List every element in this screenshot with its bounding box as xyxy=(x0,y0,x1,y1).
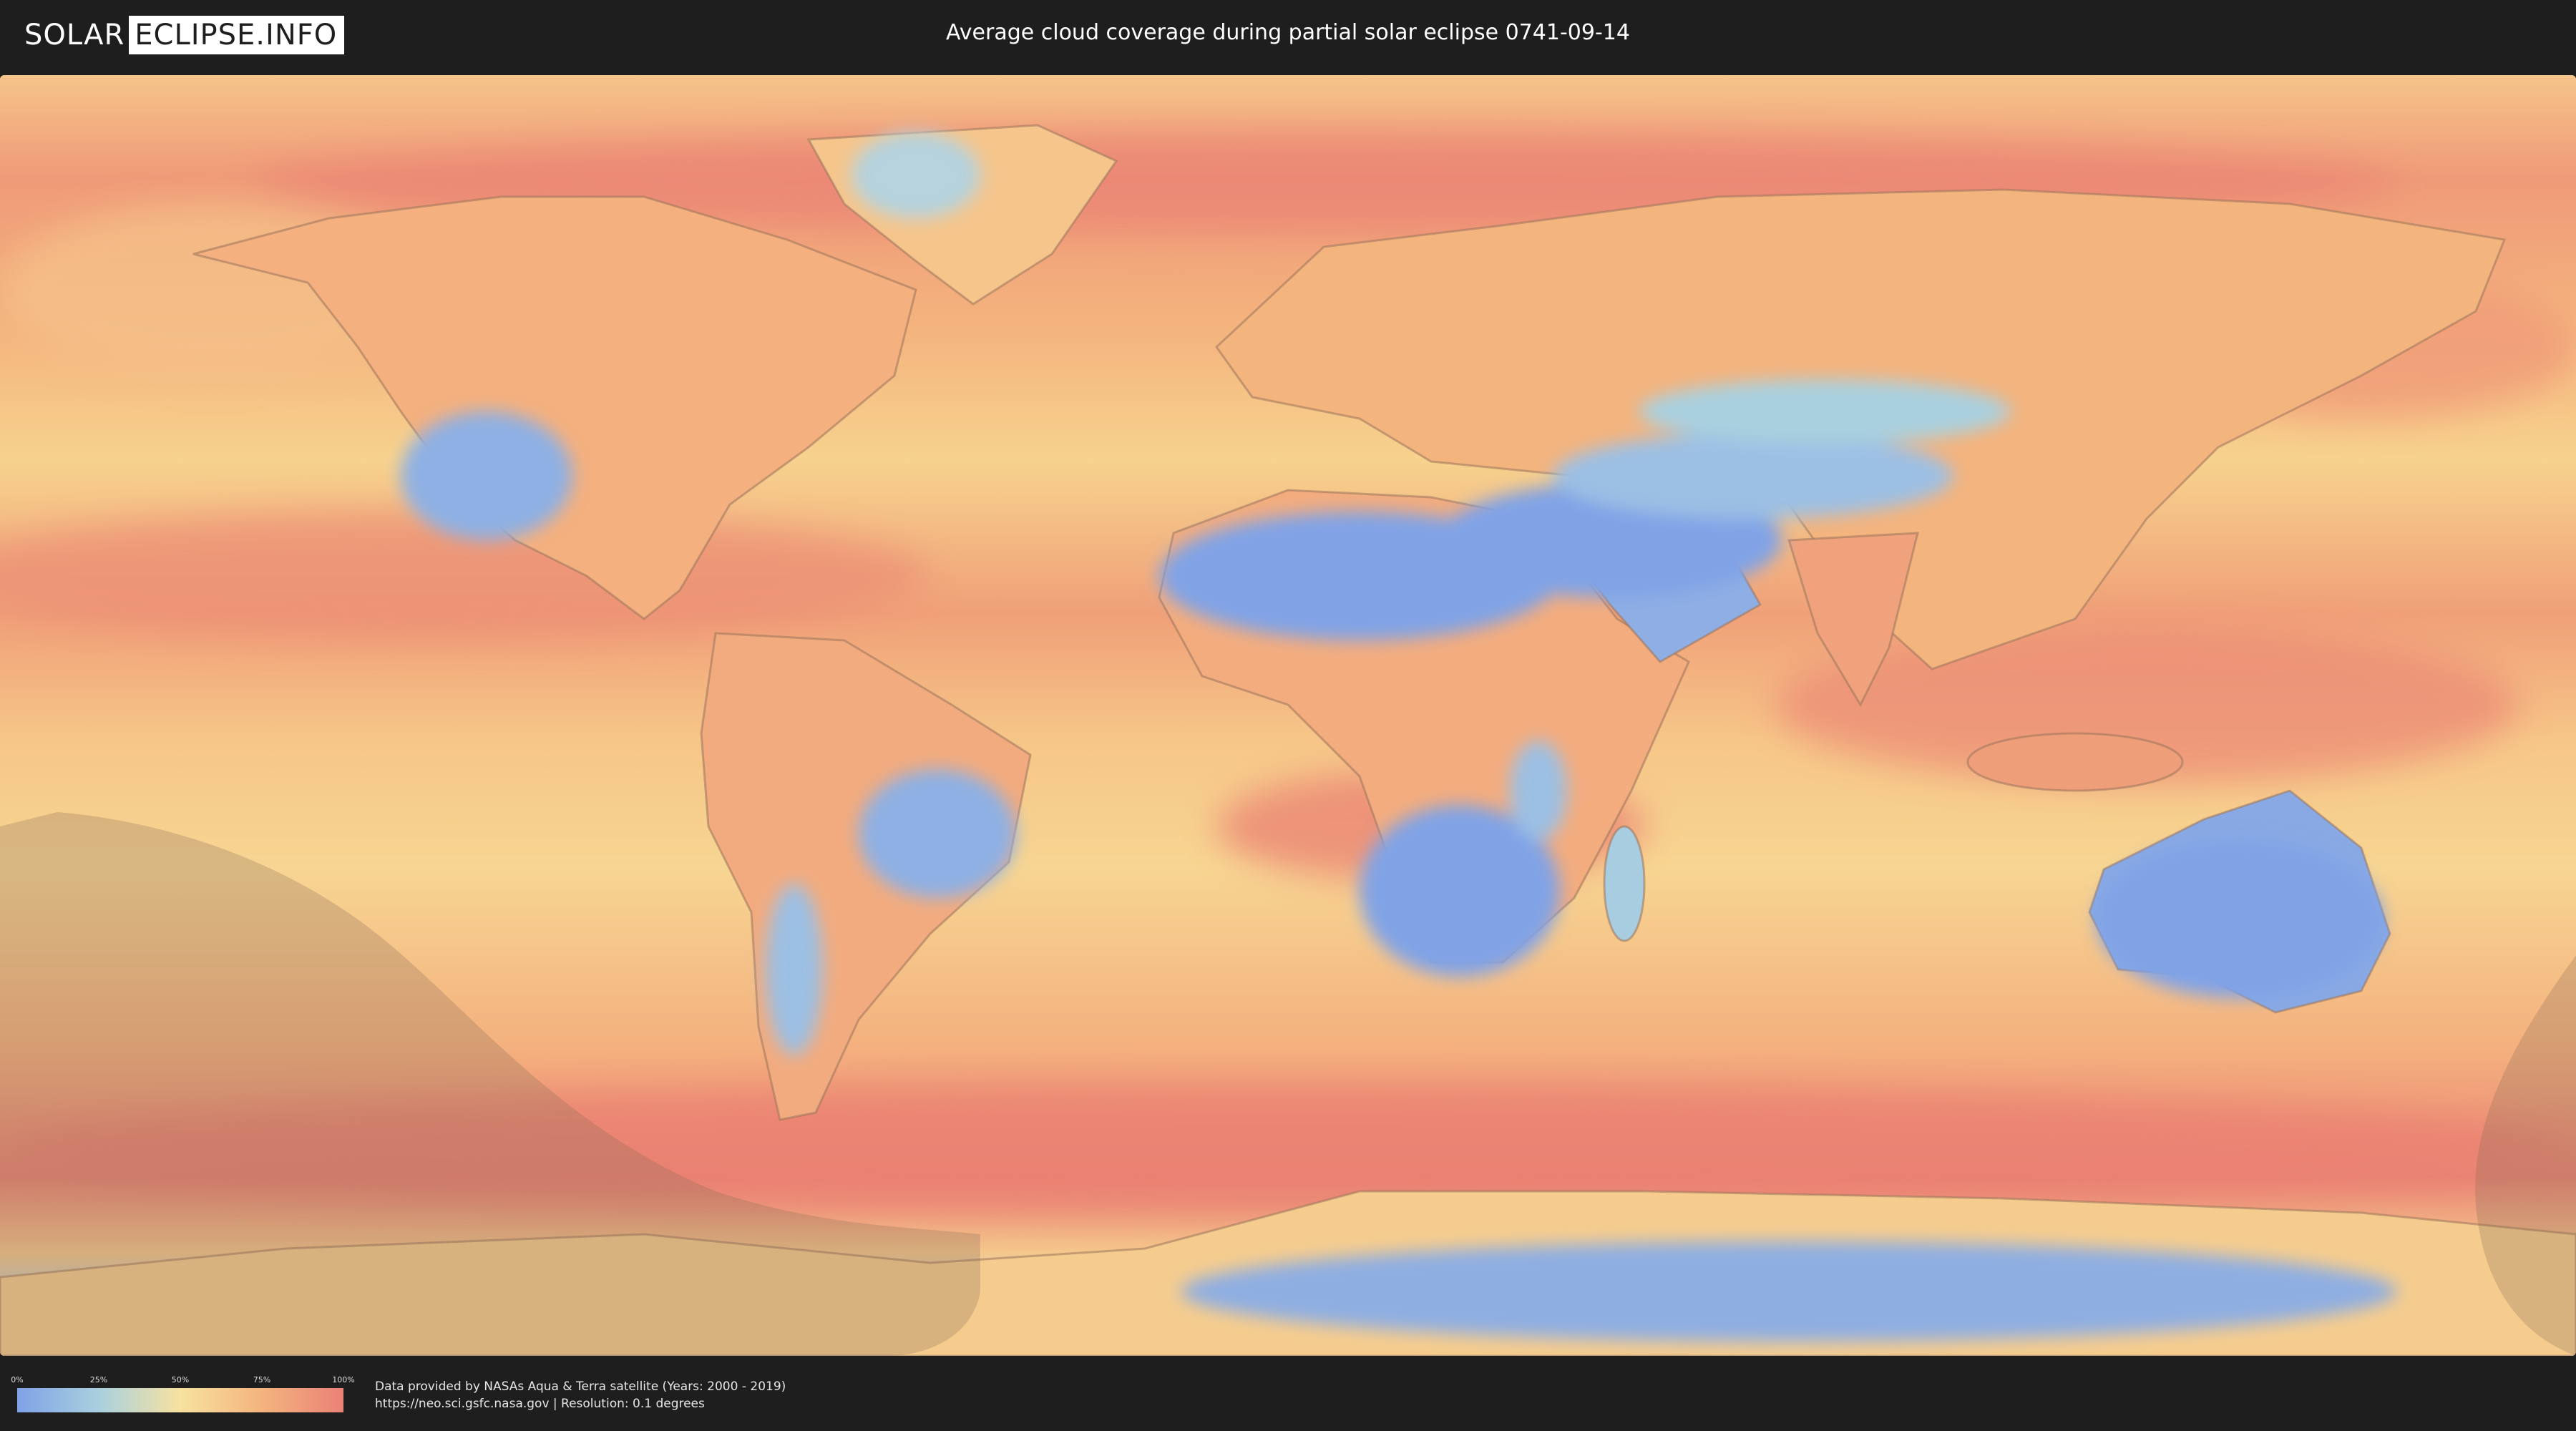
data-credits: Data provided by NASAs Aqua & Terra sate… xyxy=(375,1378,786,1412)
world-map-svg xyxy=(0,75,2576,1356)
region-indonesia xyxy=(1966,732,2184,792)
credit-line-source: Data provided by NASAs Aqua & Terra sate… xyxy=(375,1379,786,1394)
island-madagascar xyxy=(1603,825,1646,942)
legend-tick-50: 50% xyxy=(171,1375,190,1384)
legend-tick-75: 75% xyxy=(253,1375,271,1384)
legend-tick-25: 25% xyxy=(89,1375,108,1384)
cloud-coverage-map[interactable] xyxy=(0,75,2576,1356)
header-bar: SOLAR ECLIPSE.INFO Average cloud coverag… xyxy=(0,0,2576,72)
credit-line-url: https://neo.sci.gsfc.nasa.gov | Resoluti… xyxy=(375,1397,705,1411)
legend-tick-labels: 0% 25% 50% 75% 100% xyxy=(11,1375,354,1385)
legend-color-bar xyxy=(17,1388,343,1412)
legend-tick-100: 100% xyxy=(332,1375,355,1384)
page-title: Average cloud coverage during partial so… xyxy=(946,20,1630,45)
legend-tick-0: 0% xyxy=(11,1375,24,1384)
